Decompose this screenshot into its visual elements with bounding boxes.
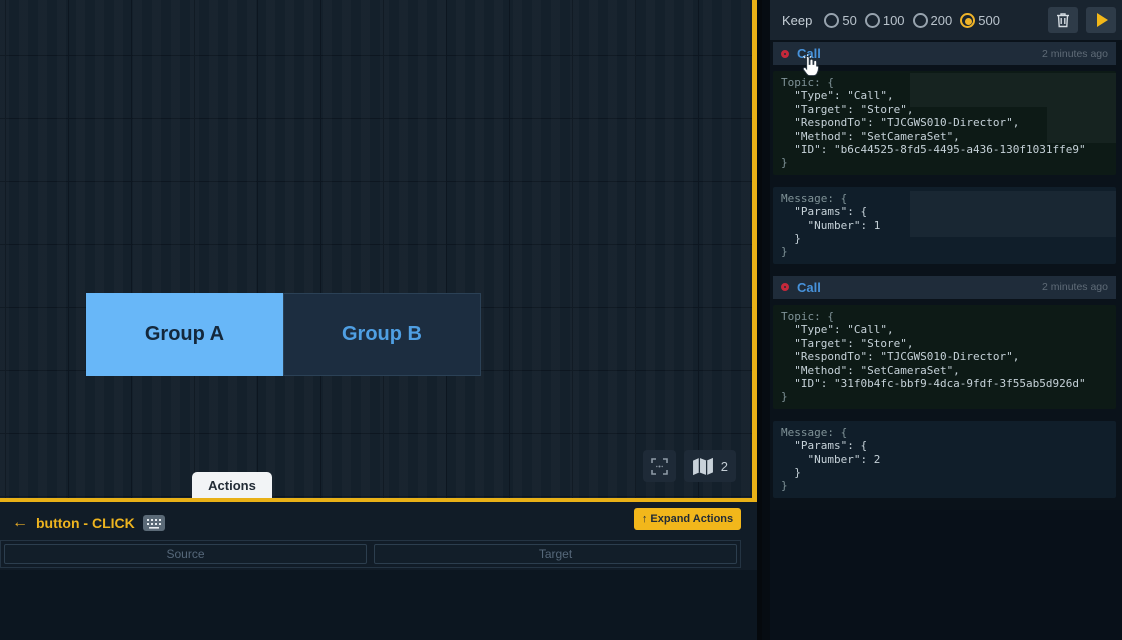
clear-messages-button[interactable] — [1048, 7, 1078, 33]
message-json: "Params": { "Number": 2 } — [781, 439, 1108, 479]
message-timestamp: 2 minutes ago — [1042, 281, 1108, 293]
message-open: Message: { — [781, 426, 1108, 439]
expand-actions-button[interactable]: ↑ Expand Actions — [634, 508, 741, 530]
keep-label: Keep — [782, 13, 812, 28]
back-arrow-icon[interactable]: ← — [12, 515, 28, 531]
topic-block: Topic: { "Type": "Call", "Target": "Stor… — [773, 305, 1116, 409]
message-json: "Params": { "Number": 1 } — [781, 205, 1108, 245]
message-card-header[interactable]: Call 2 minutes ago — [773, 42, 1116, 65]
topic-json: "Type": "Call", "Target": "Store", "Resp… — [781, 89, 1108, 156]
play-button[interactable] — [1086, 7, 1116, 33]
topic-open: Topic: { — [781, 76, 1108, 89]
messages-panel: Keep 50 100 200 500 — [770, 0, 1122, 640]
fit-view-button[interactable] — [643, 450, 676, 482]
message-open: Message: { — [781, 192, 1108, 205]
group-a-button[interactable]: Group A — [86, 293, 283, 376]
message-block: Message: { "Params": { "Number": 1 } } — [773, 187, 1116, 264]
radio-icon — [865, 13, 880, 28]
topic-open: Topic: { — [781, 310, 1108, 323]
source-input[interactable] — [4, 544, 367, 564]
minimap-button[interactable]: 2 — [684, 450, 736, 482]
keep-option-label: 200 — [931, 13, 953, 28]
map-icon — [692, 457, 714, 476]
keep-option-200[interactable]: 200 — [913, 13, 953, 28]
message-card-header[interactable]: Call 2 minutes ago — [773, 276, 1116, 299]
panel-divider — [762, 0, 770, 640]
node-canvas[interactable]: Group A Group B — [0, 0, 757, 502]
topic-close: } — [781, 390, 1108, 403]
topic-block: Topic: { "Type": "Call", "Target": "Stor… — [773, 71, 1116, 175]
io-row — [0, 540, 741, 568]
message-type-label: Call — [797, 280, 821, 295]
trash-icon — [1056, 12, 1070, 28]
group-buttons: Group A Group B — [86, 293, 481, 376]
keep-option-500[interactable]: 500 — [960, 13, 1000, 28]
messages-panel-empty-area — [770, 510, 1122, 640]
actions-panel-lower — [0, 570, 757, 640]
radio-selected-icon — [960, 13, 975, 28]
actions-panel: ← button - CLICK ↑ Expand Actions — [0, 502, 757, 640]
keyboard-icon — [143, 515, 165, 531]
message-card: Call 2 minutes ago Topic: { "Type": "Cal… — [773, 42, 1116, 264]
radio-icon — [913, 13, 928, 28]
keep-option-label: 50 — [842, 13, 856, 28]
radio-icon — [824, 13, 839, 28]
call-type-icon — [781, 283, 789, 291]
map-count-badge: 2 — [721, 459, 728, 474]
messages-topbar: Keep 50 100 200 500 — [770, 0, 1122, 40]
target-input[interactable] — [374, 544, 737, 564]
message-timestamp: 2 minutes ago — [1042, 48, 1108, 60]
keep-option-label: 100 — [883, 13, 905, 28]
fit-view-icon — [651, 458, 668, 475]
message-block: Message: { "Params": { "Number": 2 } } — [773, 421, 1116, 498]
topic-json: "Type": "Call", "Target": "Store", "Resp… — [781, 323, 1108, 390]
topic-close: } — [781, 156, 1108, 169]
canvas-controls: 2 — [643, 450, 736, 482]
action-title: button - CLICK — [36, 515, 135, 531]
message-card: Call 2 minutes ago Topic: { "Type": "Cal… — [773, 276, 1116, 498]
keep-option-100[interactable]: 100 — [865, 13, 905, 28]
keep-option-label: 500 — [978, 13, 1000, 28]
message-close: } — [781, 245, 1108, 258]
app-window: Group A Group B — [0, 0, 1122, 640]
tab-actions[interactable]: Actions — [192, 472, 272, 498]
message-type-label: Call — [797, 46, 821, 61]
group-b-button[interactable]: Group B — [283, 293, 481, 376]
message-close: } — [781, 479, 1108, 492]
keep-option-50[interactable]: 50 — [824, 13, 856, 28]
play-icon — [1097, 13, 1108, 27]
action-title-row: ← button - CLICK — [12, 515, 165, 531]
call-type-icon — [781, 50, 789, 58]
